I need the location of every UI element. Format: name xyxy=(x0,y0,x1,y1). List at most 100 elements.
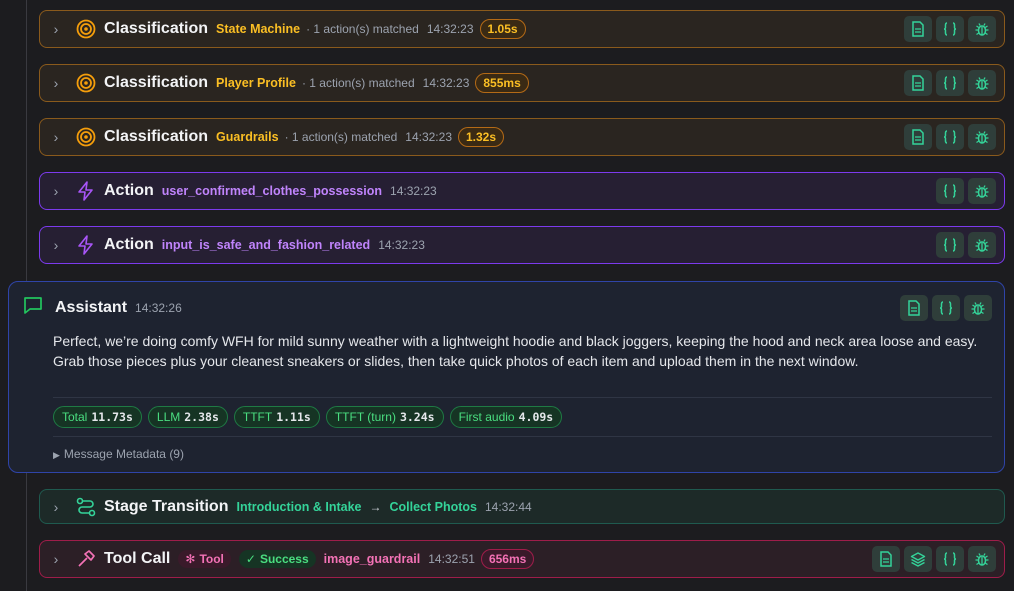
event-title: Classification xyxy=(104,128,209,145)
latency-metrics: Total 11.73s LLM 2.38s TTFT 1.11s TTFT (tur… xyxy=(53,406,563,428)
assistant-time: 14:32:26 xyxy=(135,300,182,315)
event-title: Action xyxy=(104,236,154,253)
assistant-message-text: Perfect, we’re doing comfy WFH for mild … xyxy=(53,333,978,369)
check-circle-icon: ✓ xyxy=(245,552,256,566)
duration-badge: 1.32s xyxy=(458,127,505,147)
event-row-action[interactable]: › Action user_confirmed_clothes_possessi… xyxy=(39,172,1005,210)
braces-icon xyxy=(939,301,953,315)
bolt-icon xyxy=(76,235,96,255)
event-row-action[interactable]: › Action input_is_safe_and_fashion_relat… xyxy=(39,226,1005,264)
metric-first-audio: First audio 4.09s xyxy=(449,406,563,428)
json-button[interactable] xyxy=(932,295,960,321)
document-button[interactable] xyxy=(904,16,932,42)
document-icon xyxy=(912,75,924,91)
debug-button[interactable] xyxy=(968,70,996,96)
tool-type-badge: ✻ Tool xyxy=(178,550,231,568)
layers-icon xyxy=(910,552,926,567)
event-title: Classification xyxy=(104,20,209,37)
target-icon xyxy=(76,19,96,39)
event-title: Action xyxy=(104,182,154,199)
event-subtitle: Player Profile xyxy=(216,76,296,90)
stage-to: Collect Photos xyxy=(389,499,477,514)
chevron-right-icon[interactable]: › xyxy=(48,237,64,253)
event-meta: · 1 action(s) matched xyxy=(301,76,415,90)
json-button[interactable] xyxy=(936,70,964,96)
event-row-classification[interactable]: › Classification State Machine · 1 actio… xyxy=(39,10,1005,48)
chevron-right-icon[interactable]: › xyxy=(48,183,64,199)
debug-button[interactable] xyxy=(968,232,996,258)
divider xyxy=(53,436,992,437)
duration-badge: 1.05s xyxy=(479,19,526,39)
document-button[interactable] xyxy=(904,124,932,150)
event-subtitle: Guardrails xyxy=(216,130,279,144)
bolt-icon xyxy=(76,181,96,201)
chat-bubble-icon xyxy=(23,296,43,319)
event-title: Stage Transition xyxy=(104,497,229,515)
metric-ttft-turn: TTFT (turn) 3.24s xyxy=(325,406,444,428)
document-button[interactable] xyxy=(904,70,932,96)
bug-icon xyxy=(975,239,989,252)
debug-button[interactable] xyxy=(968,124,996,150)
duration-badge: 656ms xyxy=(480,549,535,569)
event-time: 14:32:23 xyxy=(378,238,425,252)
assistant-title: Assistant xyxy=(55,298,128,316)
chevron-right-icon[interactable]: › xyxy=(48,499,64,515)
json-button[interactable] xyxy=(936,16,964,42)
event-time: 14:32:51 xyxy=(428,552,475,566)
metric-llm: LLM 2.38s xyxy=(147,406,228,428)
flow-icon xyxy=(76,497,96,517)
chevron-right-icon[interactable]: › xyxy=(48,21,64,37)
event-title: Tool Call xyxy=(104,550,171,567)
event-subtitle: user_confirmed_clothes_possession xyxy=(161,184,383,198)
message-metadata-toggle[interactable]: ▶ Message Metadata (9) xyxy=(53,447,184,461)
braces-icon xyxy=(943,552,957,566)
divider xyxy=(53,397,992,398)
document-button[interactable] xyxy=(900,295,928,321)
target-icon xyxy=(76,73,96,93)
event-subtitle: input_is_safe_and_fashion_related xyxy=(161,238,371,252)
sparkle-icon: ✻ xyxy=(185,552,196,566)
event-row-stage-transition[interactable]: › Stage Transition Introduction & Intake… xyxy=(39,489,1005,524)
debug-button[interactable] xyxy=(968,546,996,572)
braces-icon xyxy=(943,22,957,36)
event-time: 14:32:23 xyxy=(390,184,437,198)
braces-icon xyxy=(943,184,957,198)
debug-button[interactable] xyxy=(964,295,992,321)
document-button[interactable] xyxy=(872,546,900,572)
triangle-right-icon: ▶ xyxy=(53,450,60,460)
status-badge: ✓ Success xyxy=(238,550,316,568)
debug-button[interactable] xyxy=(968,16,996,42)
json-button[interactable] xyxy=(936,546,964,572)
event-time: 14:32:44 xyxy=(484,499,532,514)
stage-from: Introduction & Intake xyxy=(236,499,362,514)
layers-button[interactable] xyxy=(904,546,932,572)
bug-icon xyxy=(975,77,989,90)
tool-name: image_guardrail xyxy=(323,552,421,566)
json-button[interactable] xyxy=(936,232,964,258)
assistant-message-card: Assistant 14:32:26 Perfect, we’re doing … xyxy=(8,281,1005,473)
arrow-right-icon: → xyxy=(369,499,382,514)
braces-icon xyxy=(943,130,957,144)
event-row-tool-call[interactable]: › Tool Call ✻ Tool ✓ Success image_guardra… xyxy=(39,540,1005,578)
chevron-right-icon[interactable]: › xyxy=(48,75,64,91)
braces-icon xyxy=(943,76,957,90)
chevron-right-icon[interactable]: › xyxy=(48,129,64,145)
debug-button[interactable] xyxy=(968,178,996,204)
event-meta: · 1 action(s) matched xyxy=(306,22,419,36)
braces-icon xyxy=(943,238,957,252)
bug-icon xyxy=(975,131,989,144)
event-time: 14:32:23 xyxy=(405,130,452,144)
target-icon xyxy=(76,127,96,147)
bug-icon xyxy=(975,23,989,36)
json-button[interactable] xyxy=(936,124,964,150)
hammer-icon xyxy=(76,549,96,569)
event-row-classification[interactable]: › Classification Guardrails · 1 action(s… xyxy=(39,118,1005,156)
event-subtitle: State Machine xyxy=(216,22,301,36)
json-button[interactable] xyxy=(936,178,964,204)
event-time: 14:32:23 xyxy=(426,22,474,36)
metric-ttft: TTFT 1.11s xyxy=(233,406,320,428)
event-row-classification[interactable]: › Classification Player Profile · 1 acti… xyxy=(39,64,1005,102)
duration-badge: 855ms xyxy=(475,73,529,93)
event-meta: · 1 action(s) matched xyxy=(284,130,398,144)
chevron-right-icon[interactable]: › xyxy=(48,551,64,567)
